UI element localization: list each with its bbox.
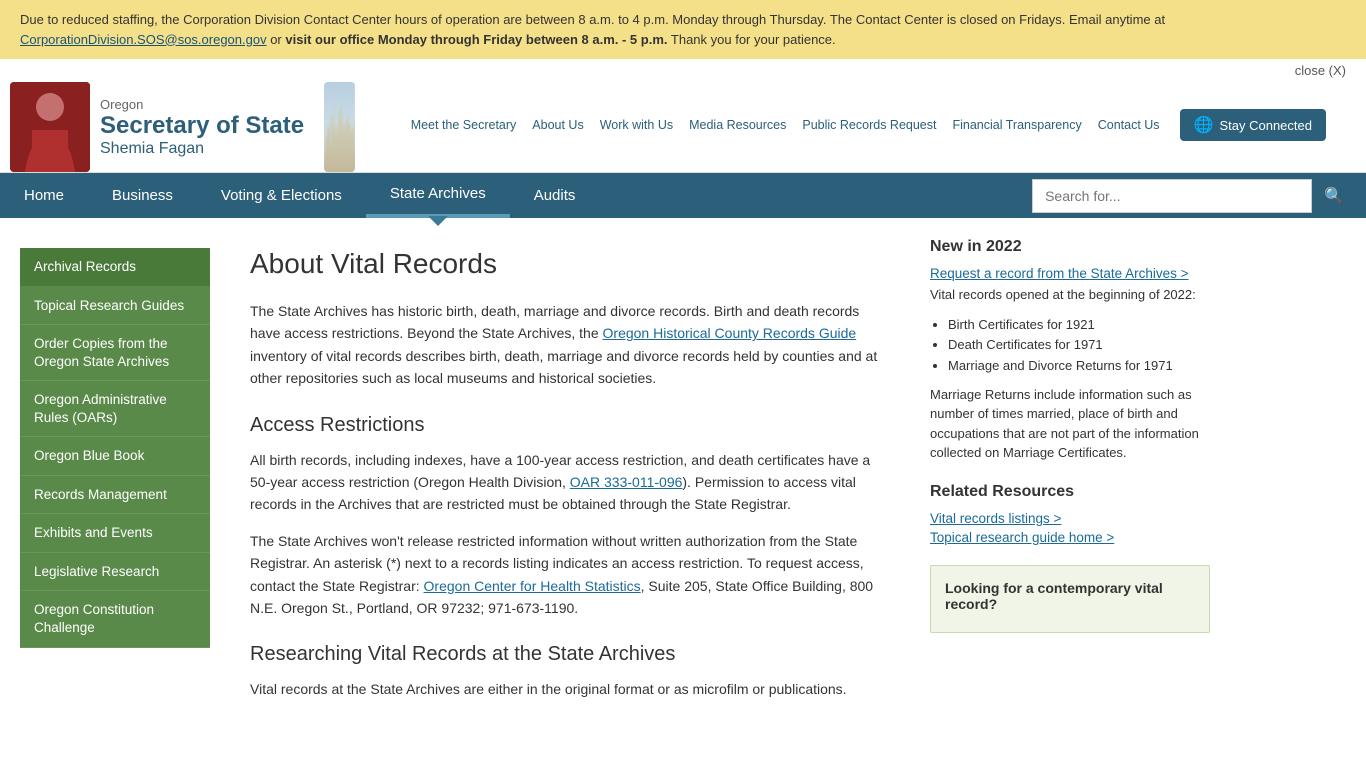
sidebar: Archival Records Topical Research Guides… [20, 238, 210, 725]
related-resources: Related Resources Vital records listings… [930, 483, 1210, 545]
main-nav: Home Business Voting & Elections State A… [0, 173, 1366, 218]
researching-p1: Vital records at the State Archives are … [250, 678, 890, 700]
sidebar-item-archival-records[interactable]: Archival Records [20, 248, 210, 287]
health-statistics-link[interactable]: Oregon Center for Health Statistics [424, 578, 641, 594]
request-record-link[interactable]: Request a record from the State Archives… [930, 266, 1210, 281]
nav-work-with-us[interactable]: Work with Us [600, 118, 673, 132]
opened-list: Birth Certificates for 1921 Death Certif… [948, 315, 1210, 377]
nav-contact-us[interactable]: Contact Us [1098, 118, 1160, 132]
nav-meet-secretary[interactable]: Meet the Secretary [411, 118, 517, 132]
nav-voting[interactable]: Voting & Elections [197, 175, 366, 216]
opened-text: Vital records opened at the beginning of… [930, 285, 1210, 305]
alert-text3: Thank you for your patience. [668, 32, 836, 47]
logo-area: Oregon Secretary of State Shemia Fagan [10, 82, 304, 172]
oar-link[interactable]: OAR 333-011-096 [570, 474, 683, 490]
search-icon: 🔍 [1324, 188, 1344, 205]
logo-name: Shemia Fagan [100, 140, 304, 158]
access-restrictions-p1: All birth records, including indexes, ha… [250, 449, 890, 516]
sidebar-item-records-management[interactable]: Records Management [20, 476, 210, 515]
intro-paragraph: The State Archives has historic birth, d… [250, 300, 890, 390]
nav-media-resources[interactable]: Media Resources [689, 118, 786, 132]
globe-icon: 🌐 [1194, 115, 1214, 135]
nav-financial[interactable]: Financial Transparency [952, 118, 1081, 132]
search-area: 🔍 [599, 178, 1366, 214]
list-item: Death Certificates for 1971 [948, 335, 1210, 356]
alert-banner: Due to reduced staffing, the Corporation… [0, 0, 1366, 59]
contemporary-title: Looking for a contemporary vital record? [945, 580, 1195, 612]
header-left: Oregon Secretary of State Shemia Fagan [10, 82, 304, 172]
sidebar-item-legislative-research[interactable]: Legislative Research [20, 553, 210, 592]
stay-connected-button[interactable]: 🌐 Stay Connected [1180, 109, 1326, 141]
nav-about-us[interactable]: About Us [532, 118, 583, 132]
close-bar: close (X) [0, 59, 1366, 82]
alert-text: Due to reduced staffing, the Corporation… [20, 12, 1165, 27]
sidebar-item-constitution-challenge[interactable]: Oregon Constitution Challenge [20, 591, 210, 647]
nav-state-archives[interactable]: State Archives [366, 173, 510, 218]
access-restrictions-p2: The State Archives won't release restric… [250, 530, 890, 620]
sidebar-item-exhibits-events[interactable]: Exhibits and Events [20, 514, 210, 553]
alert-email[interactable]: CorporationDivision.SOS@sos.oregon.gov [20, 32, 267, 47]
logo-text: Oregon Secretary of State Shemia Fagan [100, 97, 304, 158]
stay-connected-label: Stay Connected [1219, 118, 1312, 133]
nav-home[interactable]: Home [0, 175, 88, 216]
county-records-link[interactable]: Oregon Historical County Records Guide [603, 325, 857, 341]
sidebar-item-blue-book[interactable]: Oregon Blue Book [20, 437, 210, 476]
list-item: Marriage and Divorce Returns for 1971 [948, 356, 1210, 377]
marriage-text: Marriage Returns include information suc… [930, 385, 1210, 463]
top-nav: Meet the Secretary About Us Work with Us… [375, 103, 1346, 151]
list-item: Birth Certificates for 1921 [948, 315, 1210, 336]
access-restrictions-heading: Access Restrictions [250, 414, 890, 437]
contemporary-vital-box: Looking for a contemporary vital record? [930, 565, 1210, 633]
search-input[interactable] [1032, 179, 1312, 213]
sidebar-item-oars[interactable]: Oregon Administrative Rules (OARs) [20, 381, 210, 437]
researching-heading: Researching Vital Records at the State A… [250, 643, 890, 666]
logo-oregon: Oregon [100, 97, 304, 112]
alert-text2: or [267, 32, 286, 47]
right-sidebar: New in 2022 Request a record from the St… [930, 238, 1210, 725]
new-in-2022-heading: New in 2022 [930, 238, 1210, 256]
close-button[interactable]: close (X) [1295, 63, 1346, 78]
header-background [324, 82, 355, 172]
nav-public-records[interactable]: Public Records Request [802, 118, 936, 132]
search-button[interactable]: 🔍 [1312, 178, 1356, 214]
logo-sos: Secretary of State [100, 112, 304, 140]
main-content: About Vital Records The State Archives h… [230, 238, 910, 725]
page-content: Archival Records Topical Research Guides… [0, 218, 1366, 745]
vital-records-link[interactable]: Vital records listings > [930, 511, 1210, 526]
sidebar-item-order-copies[interactable]: Order Copies from the Oregon State Archi… [20, 325, 210, 381]
nav-business[interactable]: Business [88, 175, 197, 216]
nav-audits[interactable]: Audits [510, 175, 600, 216]
related-resources-heading: Related Resources [930, 483, 1210, 501]
logo-figure [10, 82, 90, 172]
header: Oregon Secretary of State Shemia Fagan M… [0, 82, 1366, 173]
alert-bold: visit our office Monday through Friday b… [285, 32, 667, 47]
page-title: About Vital Records [250, 248, 890, 280]
topical-guide-link[interactable]: Topical research guide home > [930, 530, 1210, 545]
sidebar-item-topical-research[interactable]: Topical Research Guides [20, 287, 210, 326]
